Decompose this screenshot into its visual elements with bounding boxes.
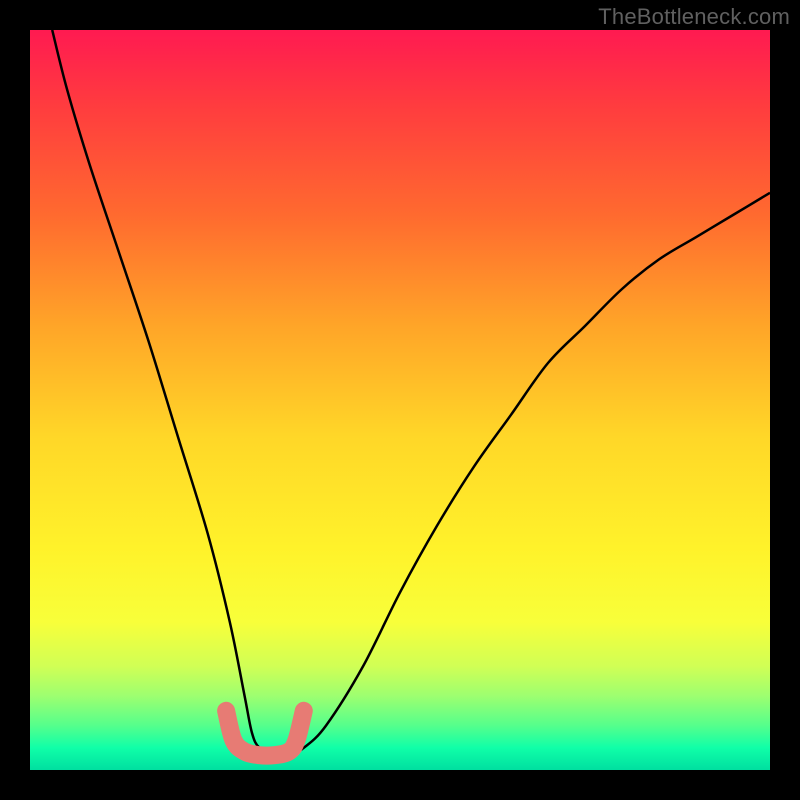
bottom-marker-band <box>226 711 304 756</box>
chart-frame: TheBottleneck.com <box>0 0 800 800</box>
curve-layer <box>30 30 770 770</box>
plot-area <box>30 30 770 770</box>
watermark-text: TheBottleneck.com <box>598 4 790 30</box>
bottleneck-curve <box>52 30 770 756</box>
